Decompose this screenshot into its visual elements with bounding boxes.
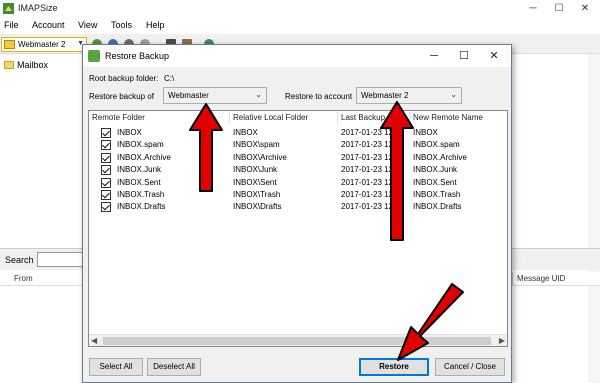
- scroll-left-icon[interactable]: ◀: [91, 336, 97, 345]
- menu-help[interactable]: Help: [146, 20, 165, 30]
- cancel-close-button[interactable]: Cancel / Close: [435, 358, 505, 376]
- restore-backup-of-value: Webmaster: [168, 91, 209, 100]
- table-row[interactable]: INBOX.Trash INBOX\Trash 2017-01-23 12:50 IN…: [89, 189, 507, 201]
- cell-new-remote-name: INBOX.Junk: [413, 165, 458, 175]
- column-divider: [337, 112, 338, 124]
- cell-remote-folder: INBOX.Trash: [117, 190, 165, 199]
- account-select[interactable]: Webmaster 2 ▼: [1, 37, 87, 52]
- cell-last-backup: 2017-01-23 12:50: [341, 128, 405, 137]
- cell-relative-local-folder: INBOX\spam: [233, 140, 280, 150]
- restore-to-account-value: Webmaster 2: [361, 91, 409, 100]
- cell-remote-folder: INBOX.Sent: [117, 177, 161, 187]
- select-all-button[interactable]: Select All: [89, 358, 143, 376]
- table-row[interactable]: INBOX.Drafts INBOX\Drafts 2017-01-23 12:50…: [89, 201, 507, 213]
- menu-view[interactable]: View: [78, 20, 97, 30]
- checkbox-checked-icon[interactable]: [101, 152, 111, 163]
- chevron-down-icon: ⌄: [450, 90, 457, 99]
- cell-relative-local-folder: INBOX\Archive: [233, 152, 287, 162]
- cell-relative-local-folder: INBOX: [233, 128, 258, 137]
- deselect-all-button[interactable]: Deselect All: [147, 358, 201, 376]
- scroll-right-icon[interactable]: ▶: [499, 336, 505, 345]
- column-from[interactable]: From: [14, 274, 33, 283]
- table-row[interactable]: INBOX.Archive INBOX\Archive 2017-01-23 12:…: [89, 152, 507, 164]
- column-divider: [229, 112, 230, 124]
- restore-button[interactable]: Restore: [359, 358, 429, 376]
- cell-last-backup: 2017-01-23 12:50: [341, 152, 405, 162]
- minimize-button[interactable]: ─: [520, 0, 546, 17]
- checkbox-checked-icon[interactable]: [101, 140, 111, 151]
- cell-relative-local-folder: INBOX\Drafts: [233, 202, 282, 212]
- checkbox-checked-icon[interactable]: [101, 165, 111, 176]
- menubar: File Account View Tools Help: [0, 17, 600, 34]
- cell-new-remote-name: INBOX.Archive: [413, 152, 467, 162]
- menu-account[interactable]: Account: [32, 20, 65, 30]
- folder-tree: Mailbox: [0, 54, 84, 246]
- column-relative-local-folder[interactable]: Relative Local Folder: [233, 113, 308, 122]
- account-icon: [4, 40, 15, 49]
- cell-new-remote-name: INBOX.spam: [413, 140, 460, 150]
- cell-last-backup: 2017-01-23 12:50: [341, 165, 405, 175]
- cell-last-backup: 2017-01-23 12:50: [341, 190, 405, 199]
- column-message-uid[interactable]: Message UID: [517, 274, 565, 283]
- restore-backup-icon: [88, 50, 100, 62]
- checkbox-checked-icon[interactable]: [101, 190, 111, 200]
- restore-backup-of-select[interactable]: Webmaster ⌄: [163, 87, 267, 104]
- cell-remote-folder: INBOX.Archive: [117, 152, 171, 162]
- cell-relative-local-folder: INBOX\Sent: [233, 177, 277, 187]
- cell-remote-folder: INBOX.Junk: [117, 165, 162, 175]
- window-title: IMAPSize: [18, 3, 58, 13]
- cell-last-backup: 2017-01-23 12:50: [341, 202, 405, 212]
- main-titlebar: IMAPSize ─ ☐ ✕: [0, 0, 600, 17]
- horizontal-scrollbar[interactable]: ◀ ▶: [89, 334, 507, 346]
- checkbox-checked-icon[interactable]: [101, 177, 111, 188]
- dialog-titlebar: Restore Backup ─ ☐ ✕: [83, 45, 511, 67]
- vertical-scrollbar[interactable]: [588, 54, 600, 383]
- tree-item-mailbox[interactable]: Mailbox: [4, 60, 48, 70]
- folder-table: Remote Folder Relative Local Folder Last…: [88, 110, 508, 347]
- account-select-value: Webmaster 2: [18, 40, 66, 49]
- column-divider: [512, 272, 513, 286]
- column-divider: [409, 112, 410, 124]
- table-row[interactable]: INBOX.Sent INBOX\Sent 2017-01-23 12:50 INBO…: [89, 177, 507, 189]
- restore-to-account-select[interactable]: Webmaster 2 ⌄: [356, 87, 462, 104]
- cell-new-remote-name: INBOX: [413, 128, 438, 137]
- column-last-backup[interactable]: Last Backup: [341, 113, 385, 122]
- cell-remote-folder: INBOX.Drafts: [117, 202, 166, 212]
- dialog-minimize-button[interactable]: ─: [423, 48, 445, 64]
- menu-file[interactable]: File: [4, 20, 19, 30]
- root-backup-folder-value: C:\: [164, 74, 175, 83]
- menu-tools[interactable]: Tools: [111, 20, 132, 30]
- app-icon: [3, 3, 14, 14]
- restore-backup-of-label: Restore backup of: [89, 92, 154, 101]
- table-row[interactable]: INBOX.spam INBOX\spam 2017-01-23 12:50 INBO…: [89, 139, 507, 151]
- restore-backup-dialog: Restore Backup ─ ☐ ✕ Root backup folder:…: [82, 44, 512, 383]
- cell-remote-folder: INBOX.spam: [117, 140, 164, 150]
- close-button[interactable]: ✕: [572, 0, 598, 17]
- cell-relative-local-folder: INBOX\Junk: [233, 165, 278, 175]
- checkbox-checked-icon[interactable]: [101, 128, 111, 138]
- cell-new-remote-name: INBOX.Sent: [413, 177, 457, 187]
- checkbox-checked-icon[interactable]: [101, 202, 111, 213]
- folder-icon: [4, 61, 14, 69]
- cell-new-remote-name: INBOX.Drafts: [413, 202, 462, 212]
- dialog-maximize-button[interactable]: ☐: [453, 48, 475, 64]
- dialog-close-button[interactable]: ✕: [483, 48, 505, 64]
- cell-last-backup: 2017-01-23 12:50: [341, 140, 405, 150]
- cell-new-remote-name: INBOX.Trash: [413, 190, 461, 199]
- table-row[interactable]: INBOX INBOX 2017-01-23 12:50 INBOX: [89, 127, 507, 139]
- search-label: Search: [5, 255, 34, 265]
- scrollbar-thumb[interactable]: [103, 337, 491, 345]
- restore-to-account-label: Restore to account: [285, 92, 353, 101]
- cell-last-backup: 2017-01-23 12:50: [341, 177, 405, 187]
- table-row[interactable]: INBOX.Junk INBOX\Junk 2017-01-23 12:50 INBO…: [89, 164, 507, 176]
- cell-remote-folder: INBOX: [117, 128, 142, 137]
- tree-item-label: Mailbox: [17, 60, 49, 70]
- chevron-down-icon: ⌄: [255, 90, 262, 99]
- cell-relative-local-folder: INBOX\Trash: [233, 190, 281, 199]
- column-remote-folder[interactable]: Remote Folder: [92, 113, 145, 122]
- dialog-title: Restore Backup: [105, 51, 170, 61]
- maximize-button[interactable]: ☐: [546, 0, 572, 17]
- column-new-remote-name[interactable]: New Remote Name: [413, 113, 483, 122]
- root-backup-folder-label: Root backup folder:: [89, 74, 159, 83]
